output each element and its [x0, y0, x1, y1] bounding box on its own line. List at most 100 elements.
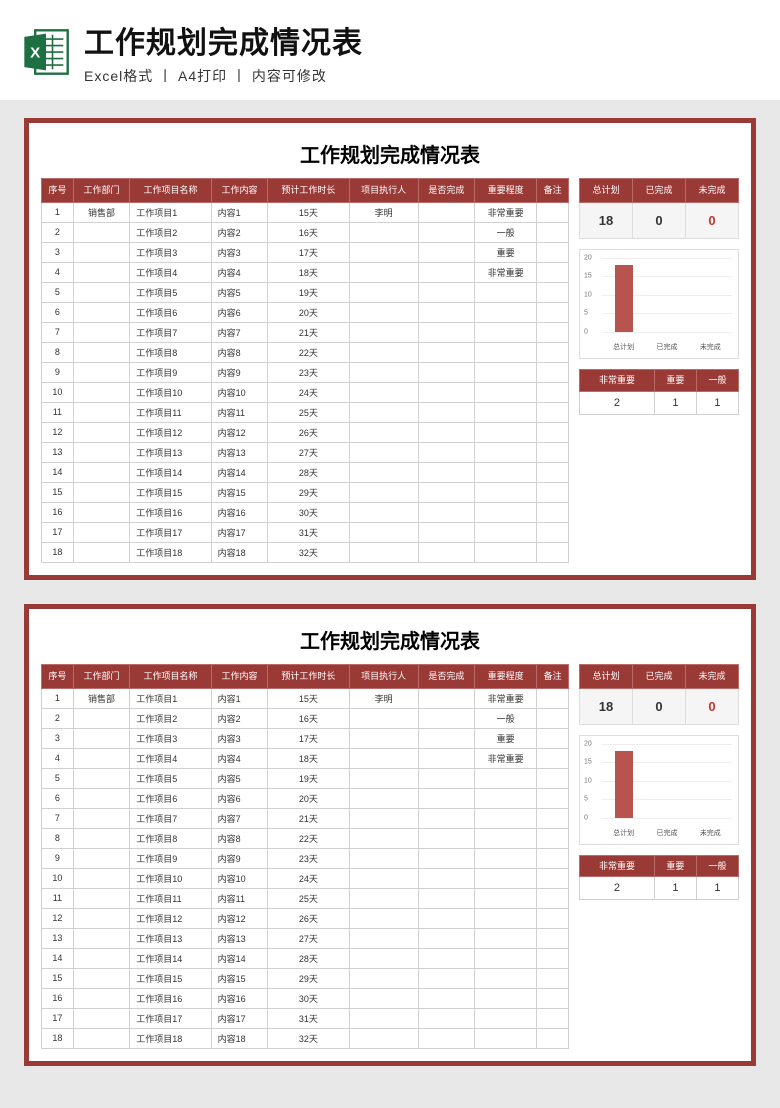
cell: 25天	[268, 402, 349, 422]
cell	[537, 748, 569, 768]
sheet-preview-2: 工作规划完成情况表序号工作部门工作项目名称工作内容预计工作时长项目执行人是否完成…	[24, 604, 756, 1066]
col-header: 序号	[42, 664, 74, 688]
page-title: 工作规划完成情况表	[84, 18, 760, 62]
cell: 一般	[475, 222, 537, 242]
cell	[418, 688, 475, 708]
cell	[418, 848, 475, 868]
summary-table: 总计划已完成未完成1800	[579, 664, 739, 725]
priority-value: 1	[654, 391, 696, 414]
cell	[349, 282, 418, 302]
cell: 16天	[268, 222, 349, 242]
cell: 内容7	[211, 322, 268, 342]
cell: 15天	[268, 688, 349, 708]
cell	[418, 442, 475, 462]
col-header: 项目执行人	[349, 179, 418, 203]
cell: 21天	[268, 808, 349, 828]
table-row: 18工作项目18内容1832天	[42, 1028, 569, 1048]
cell	[349, 302, 418, 322]
cell: 13	[42, 442, 74, 462]
cell	[537, 402, 569, 422]
cell	[73, 282, 130, 302]
cell	[73, 848, 130, 868]
cell: 17	[42, 522, 74, 542]
table-row: 7工作项目7内容721天	[42, 322, 569, 342]
cell: 18天	[268, 748, 349, 768]
cell	[418, 908, 475, 928]
cell: 27天	[268, 442, 349, 462]
table-row: 15工作项目15内容1529天	[42, 968, 569, 988]
cell: 内容17	[211, 522, 268, 542]
cell: 内容8	[211, 828, 268, 848]
cell	[418, 322, 475, 342]
cell: 销售部	[73, 202, 130, 222]
cell: 17天	[268, 728, 349, 748]
cell: 内容11	[211, 888, 268, 908]
cell: 18天	[268, 262, 349, 282]
cell	[73, 968, 130, 988]
cell: 工作项目14	[130, 948, 211, 968]
cell	[73, 222, 130, 242]
cell	[475, 382, 537, 402]
cell: 内容4	[211, 262, 268, 282]
cell: 工作项目6	[130, 788, 211, 808]
cell: 重要	[475, 728, 537, 748]
cell	[475, 828, 537, 848]
cell	[418, 868, 475, 888]
cell: 4	[42, 262, 74, 282]
cell: 内容17	[211, 1008, 268, 1028]
cell: 3	[42, 728, 74, 748]
cell: 15	[42, 968, 74, 988]
cell: 16天	[268, 708, 349, 728]
cell	[73, 462, 130, 482]
chart-xlabel: 总计划	[613, 828, 634, 838]
cell: 内容15	[211, 968, 268, 988]
cell: 内容14	[211, 462, 268, 482]
cell	[349, 868, 418, 888]
table-row: 14工作项目14内容1428天	[42, 462, 569, 482]
cell	[418, 202, 475, 222]
cell	[475, 502, 537, 522]
cell	[537, 708, 569, 728]
cell: 工作项目13	[130, 928, 211, 948]
col-header: 预计工作时长	[268, 664, 349, 688]
excel-icon: X	[20, 26, 72, 78]
col-header: 工作内容	[211, 179, 268, 203]
main-table: 序号工作部门工作项目名称工作内容预计工作时长项目执行人是否完成重要程度备注1销售…	[41, 664, 569, 1049]
cell	[73, 402, 130, 422]
cell: 1	[42, 688, 74, 708]
cell: 12	[42, 908, 74, 928]
cell	[349, 1028, 418, 1048]
table-row: 18工作项目18内容1832天	[42, 542, 569, 562]
cell	[537, 728, 569, 748]
cell: 内容6	[211, 788, 268, 808]
cell	[73, 708, 130, 728]
priority-table: 非常重要重要一般211	[579, 855, 739, 901]
cell	[475, 462, 537, 482]
table-row: 9工作项目9内容923天	[42, 362, 569, 382]
summary-header: 总计划	[580, 664, 633, 688]
table-row: 7工作项目7内容721天	[42, 808, 569, 828]
cell	[475, 342, 537, 362]
col-header: 重要程度	[475, 664, 537, 688]
cell	[537, 302, 569, 322]
chart-ytick: 0	[584, 814, 588, 821]
cell	[73, 928, 130, 948]
cell: 工作项目10	[130, 868, 211, 888]
cell: 内容10	[211, 868, 268, 888]
cell	[349, 828, 418, 848]
cell	[349, 522, 418, 542]
cell	[418, 948, 475, 968]
chart-ytick: 5	[584, 796, 588, 803]
cell	[475, 362, 537, 382]
cell: 非常重要	[475, 202, 537, 222]
cell	[349, 888, 418, 908]
cell: 工作项目2	[130, 708, 211, 728]
chart-bar	[615, 751, 633, 818]
cell	[475, 442, 537, 462]
cell	[475, 908, 537, 928]
cell: 19天	[268, 768, 349, 788]
cell: 工作项目12	[130, 908, 211, 928]
col-header: 是否完成	[418, 664, 475, 688]
chart-ytick: 20	[584, 254, 592, 261]
cell: 21天	[268, 322, 349, 342]
